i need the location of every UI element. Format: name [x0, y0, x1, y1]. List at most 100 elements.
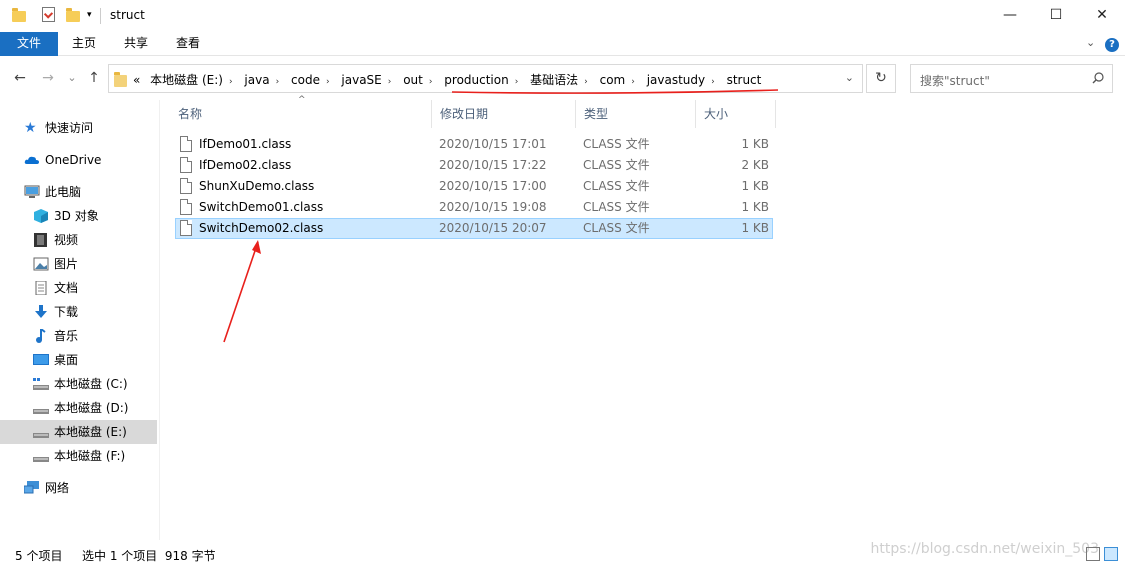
help-icon[interactable]: ?: [1105, 38, 1119, 52]
sidebar-item-label: 文档: [54, 281, 79, 295]
breadcrumb-chevron-icon[interactable]: ›: [584, 77, 588, 87]
sidebar-item-label: 3D 对象: [54, 209, 99, 223]
file-type: CLASS 文件: [583, 179, 650, 193]
column-header-type[interactable]: 类型: [576, 100, 696, 128]
file-size: 1 KB: [741, 200, 769, 214]
file-modified: 2020/10/15 17:00: [439, 179, 547, 193]
large-icons-view-icon[interactable]: [1104, 547, 1118, 561]
tab-view[interactable]: 查看: [162, 32, 214, 56]
breadcrumb-item-current[interactable]: struct: [727, 73, 762, 87]
search-input[interactable]: 搜索"struct": [910, 64, 1113, 93]
breadcrumb-item[interactable]: com: [600, 73, 626, 87]
breadcrumb-overflow[interactable]: «: [133, 73, 140, 87]
sidebar-item-label: 图片: [54, 257, 79, 271]
file-icon: [180, 178, 192, 194]
up-button[interactable]: ↑: [84, 68, 104, 88]
breadcrumb-chevron-icon[interactable]: ›: [229, 77, 233, 87]
back-button[interactable]: ←: [10, 68, 30, 88]
file-row[interactable]: ShunXuDemo.class 2020/10/15 17:00 CLASS …: [175, 176, 773, 197]
tab-home[interactable]: 主页: [58, 32, 110, 56]
breadcrumb-chevron-icon[interactable]: ›: [711, 77, 715, 87]
minimize-button[interactable]: —: [987, 0, 1033, 32]
quick-access-dropdown-icon[interactable]: ▾: [87, 10, 92, 20]
sidebar-item-music[interactable]: 音乐: [33, 324, 155, 348]
new-folder-icon[interactable]: [66, 8, 80, 22]
recent-locations-button[interactable]: ⌄: [62, 68, 82, 88]
picture-icon: [33, 257, 49, 271]
maximize-button[interactable]: ☐: [1033, 0, 1079, 32]
sidebar-item-videos[interactable]: 视频: [33, 228, 155, 252]
file-size: 1 KB: [741, 221, 769, 235]
breadcrumb-item[interactable]: code: [291, 73, 320, 87]
item-count: 5 个项目: [15, 549, 63, 563]
sidebar-item-drive-f[interactable]: 本地磁盘 (F:): [33, 444, 155, 468]
address-dropdown-icon[interactable]: ⌄: [845, 71, 854, 84]
ribbon-collapse-icon[interactable]: ⌄: [1086, 36, 1095, 49]
sidebar-item-label: OneDrive: [45, 153, 102, 167]
details-view-icon[interactable]: [1086, 547, 1100, 561]
star-icon: ★: [24, 120, 37, 136]
video-icon: [34, 233, 47, 247]
breadcrumb-item[interactable]: 本地磁盘 (E:): [150, 71, 223, 88]
file-size: 2 KB: [741, 158, 769, 172]
breadcrumb-item[interactable]: out: [403, 73, 423, 87]
sidebar-item-label: 音乐: [54, 329, 79, 343]
search-icon[interactable]: [1092, 72, 1104, 84]
file-size: 1 KB: [741, 179, 769, 193]
breadcrumb-chevron-icon[interactable]: ›: [631, 77, 635, 87]
refresh-button[interactable]: ↻: [866, 64, 896, 93]
sidebar-item-onedrive[interactable]: OneDrive: [24, 148, 154, 172]
sidebar-item-label: 本地磁盘 (F:): [54, 449, 126, 463]
breadcrumb: « 本地磁盘 (E:) › java › code › javaSE › out › pr…: [133, 71, 767, 88]
sidebar-item-label: 本地磁盘 (C:): [54, 377, 128, 391]
file-type: CLASS 文件: [583, 158, 650, 172]
breadcrumb-chevron-icon[interactable]: ›: [515, 77, 519, 87]
file-icon: [180, 199, 192, 215]
tab-file[interactable]: 文件: [0, 32, 58, 56]
breadcrumb-item[interactable]: javaSE: [341, 73, 381, 87]
file-modified: 2020/10/15 17:01: [439, 137, 547, 151]
sidebar-item-label: 本地磁盘 (E:): [54, 425, 127, 439]
close-button[interactable]: ✕: [1079, 0, 1125, 32]
sidebar-item-label: 快速访问: [45, 121, 94, 135]
sidebar-item-desktop[interactable]: 桌面: [33, 348, 155, 372]
sidebar-item-network[interactable]: 网络: [24, 476, 154, 500]
drive-icon: [33, 378, 49, 390]
sidebar-item-downloads[interactable]: 下载: [33, 300, 155, 324]
file-row[interactable]: IfDemo02.class 2020/10/15 17:22 CLASS 文件…: [175, 155, 773, 176]
sidebar-item-drive-d[interactable]: 本地磁盘 (D:): [33, 396, 155, 420]
sidebar-item-drive-e[interactable]: 本地磁盘 (E:): [0, 420, 157, 444]
sidebar-item-this-pc[interactable]: 此电脑: [24, 180, 154, 204]
properties-icon[interactable]: [42, 7, 55, 22]
sidebar-item-documents[interactable]: 文档: [33, 276, 155, 300]
file-row[interactable]: SwitchDemo01.class 2020/10/15 19:08 CLAS…: [175, 197, 773, 218]
sidebar-item-drive-c[interactable]: 本地磁盘 (C:): [33, 372, 155, 396]
sidebar-item-quick-access[interactable]: ★ 快速访问: [24, 116, 154, 140]
column-header-name[interactable]: 名称: [170, 100, 432, 128]
sidebar-item-3d-objects[interactable]: 3D 对象: [33, 204, 155, 228]
file-row[interactable]: IfDemo01.class 2020/10/15 17:01 CLASS 文件…: [175, 134, 773, 155]
file-type: CLASS 文件: [583, 221, 650, 235]
file-type: CLASS 文件: [583, 200, 650, 214]
column-header-modified[interactable]: 修改日期: [432, 100, 576, 128]
breadcrumb-chevron-icon[interactable]: ›: [429, 77, 433, 87]
tab-share[interactable]: 共享: [110, 32, 162, 56]
breadcrumb-item[interactable]: java: [244, 73, 269, 87]
breadcrumb-item[interactable]: 基础语法: [530, 71, 578, 88]
title-bar: ▾ struct — ☐ ✕: [0, 0, 1125, 32]
breadcrumb-item[interactable]: javastudy: [647, 73, 705, 87]
breadcrumb-chevron-icon[interactable]: ›: [388, 77, 392, 87]
file-icon: [180, 136, 192, 152]
sidebar-item-label: 此电脑: [45, 185, 82, 199]
selection-info: 选中 1 个项目 918 字节: [82, 549, 216, 563]
sidebar-item-pictures[interactable]: 图片: [33, 252, 155, 276]
forward-button[interactable]: →: [38, 68, 58, 88]
file-modified: 2020/10/15 19:08: [439, 200, 547, 214]
computer-icon: [24, 185, 40, 198]
watermark: https://blog.csdn.net/weixin_503: [870, 541, 1099, 557]
ribbon-tabs: 文件 主页 共享 查看 ⌄: [0, 32, 1125, 56]
breadcrumb-chevron-icon[interactable]: ›: [276, 77, 280, 87]
column-header-size[interactable]: 大小: [696, 100, 776, 128]
breadcrumb-item[interactable]: production: [444, 73, 508, 87]
breadcrumb-chevron-icon[interactable]: ›: [326, 77, 330, 87]
